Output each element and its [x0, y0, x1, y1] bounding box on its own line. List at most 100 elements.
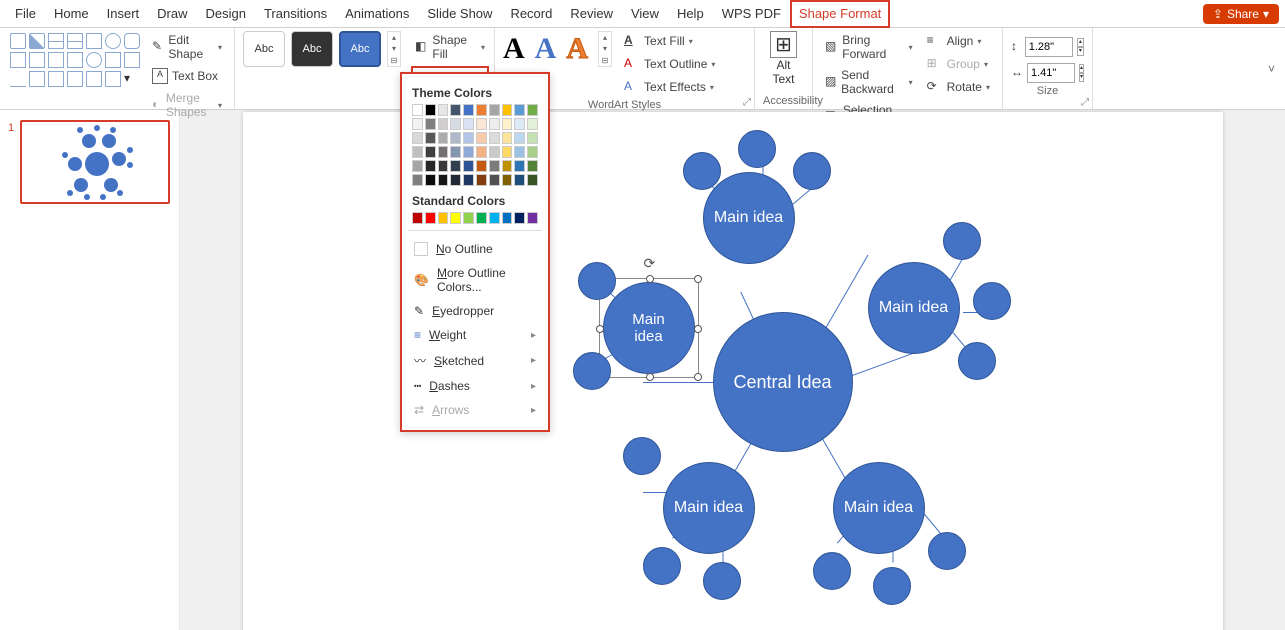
resize-handle-ne[interactable]: [694, 275, 702, 283]
color-swatch[interactable]: [412, 118, 423, 130]
color-swatch[interactable]: [489, 212, 500, 224]
color-swatch[interactable]: [425, 212, 436, 224]
style-preset-2[interactable]: Abc: [291, 31, 333, 67]
edit-shape-button[interactable]: ✎Edit Shape▾: [148, 31, 226, 63]
main-idea-bubble-right[interactable]: Main idea: [868, 262, 960, 354]
color-swatch[interactable]: [489, 104, 500, 116]
tab-record[interactable]: Record: [501, 0, 561, 28]
color-swatch[interactable]: [514, 160, 525, 172]
group-button[interactable]: ⊞Group▾: [923, 54, 994, 74]
color-swatch[interactable]: [438, 174, 449, 186]
wordart-preset-1[interactable]: A: [503, 32, 525, 66]
color-swatch[interactable]: [489, 160, 500, 172]
satellite-bubble[interactable]: [813, 552, 851, 590]
satellite-bubble[interactable]: [623, 437, 661, 475]
tab-file[interactable]: File: [6, 0, 45, 28]
text-fill-button[interactable]: AText Fill▾: [620, 31, 719, 51]
color-swatch[interactable]: [489, 132, 500, 144]
color-swatch[interactable]: [425, 118, 436, 130]
merge-shapes-button[interactable]: ◐Merge Shapes▾: [148, 89, 226, 121]
height-spinner[interactable]: ▴▾: [1077, 38, 1084, 56]
color-swatch[interactable]: [527, 174, 538, 186]
color-swatch[interactable]: [514, 174, 525, 186]
color-swatch[interactable]: [502, 146, 513, 158]
main-idea-bubble-bottom-right[interactable]: Main idea: [833, 462, 925, 554]
resize-handle-se[interactable]: [694, 373, 702, 381]
satellite-bubble[interactable]: [958, 342, 996, 380]
tab-draw[interactable]: Draw: [148, 0, 196, 28]
share-button[interactable]: ⇪ Share ▾: [1203, 4, 1279, 24]
color-swatch[interactable]: [463, 118, 474, 130]
style-preset-3[interactable]: Abc: [339, 31, 381, 67]
color-swatch[interactable]: [463, 174, 474, 186]
wordart-preset-3[interactable]: A: [566, 32, 588, 66]
satellite-bubble[interactable]: [973, 282, 1011, 320]
color-swatch[interactable]: [527, 118, 538, 130]
color-swatch[interactable]: [502, 160, 513, 172]
satellite-bubble[interactable]: [873, 567, 911, 605]
color-swatch[interactable]: [476, 212, 487, 224]
alt-text-button[interactable]: ⊞ Alt Text: [763, 31, 804, 86]
main-idea-bubble-top[interactable]: Main idea: [703, 172, 795, 264]
color-swatch[interactable]: [450, 174, 461, 186]
tab-insert[interactable]: Insert: [98, 0, 149, 28]
text-effects-button[interactable]: AText Effects▾: [620, 77, 719, 97]
color-swatch[interactable]: [438, 146, 449, 158]
tab-transitions[interactable]: Transitions: [255, 0, 336, 28]
text-outline-button[interactable]: AText Outline▾: [620, 54, 719, 74]
color-swatch[interactable]: [412, 160, 423, 172]
color-swatch[interactable]: [502, 118, 513, 130]
color-swatch[interactable]: [476, 118, 487, 130]
satellite-bubble[interactable]: [683, 152, 721, 190]
color-swatch[interactable]: [438, 104, 449, 116]
color-swatch[interactable]: [514, 146, 525, 158]
slide-thumbnail-1[interactable]: [20, 120, 170, 204]
color-swatch[interactable]: [450, 160, 461, 172]
color-swatch[interactable]: [412, 174, 423, 186]
color-swatch[interactable]: [514, 118, 525, 130]
color-swatch[interactable]: [438, 118, 449, 130]
color-swatch[interactable]: [489, 174, 500, 186]
slide-canvas-area[interactable]: Central Idea Main idea Main idea Main id…: [180, 110, 1285, 630]
color-swatch[interactable]: [527, 212, 538, 224]
shape-style-gallery[interactable]: Abc Abc Abc ▴▾⊟: [243, 31, 401, 67]
color-swatch[interactable]: [438, 212, 449, 224]
resize-handle-n[interactable]: [646, 275, 654, 283]
satellite-bubble[interactable]: [943, 222, 981, 260]
color-swatch[interactable]: [489, 118, 500, 130]
tab-view[interactable]: View: [622, 0, 668, 28]
color-swatch[interactable]: [514, 104, 525, 116]
color-swatch[interactable]: [476, 146, 487, 158]
wordart-gallery-more[interactable]: ▴▾⊟: [598, 31, 612, 67]
slide-canvas[interactable]: Central Idea Main idea Main idea Main id…: [243, 112, 1223, 630]
color-swatch[interactable]: [450, 146, 461, 158]
color-swatch[interactable]: [412, 146, 423, 158]
satellite-bubble[interactable]: [703, 562, 741, 600]
color-swatch[interactable]: [527, 146, 538, 158]
color-swatch[interactable]: [463, 104, 474, 116]
weight-item[interactable]: ≡Weight▸: [412, 323, 538, 347]
color-swatch[interactable]: [527, 132, 538, 144]
color-swatch[interactable]: [425, 132, 436, 144]
color-swatch[interactable]: [412, 104, 423, 116]
color-swatch[interactable]: [527, 104, 538, 116]
satellite-bubble[interactable]: [928, 532, 966, 570]
color-swatch[interactable]: [412, 212, 423, 224]
color-swatch[interactable]: [450, 104, 461, 116]
color-swatch[interactable]: [489, 146, 500, 158]
wordart-gallery[interactable]: A A A ▴▾⊟: [503, 31, 612, 67]
color-swatch[interactable]: [463, 212, 474, 224]
satellite-bubble[interactable]: [738, 130, 776, 168]
sketched-item[interactable]: 〰Sketched▸: [412, 347, 538, 374]
color-swatch[interactable]: [438, 160, 449, 172]
text-box-button[interactable]: AText Box: [148, 66, 226, 86]
color-swatch[interactable]: [463, 132, 474, 144]
color-swatch[interactable]: [476, 174, 487, 186]
color-swatch[interactable]: [412, 132, 423, 144]
color-swatch[interactable]: [450, 118, 461, 130]
satellite-bubble[interactable]: [793, 152, 831, 190]
send-backward-button[interactable]: ▨Send Backward▾: [821, 66, 917, 98]
color-swatch[interactable]: [527, 160, 538, 172]
shapes-gallery[interactable]: ▾: [8, 31, 142, 89]
color-swatch[interactable]: [463, 160, 474, 172]
